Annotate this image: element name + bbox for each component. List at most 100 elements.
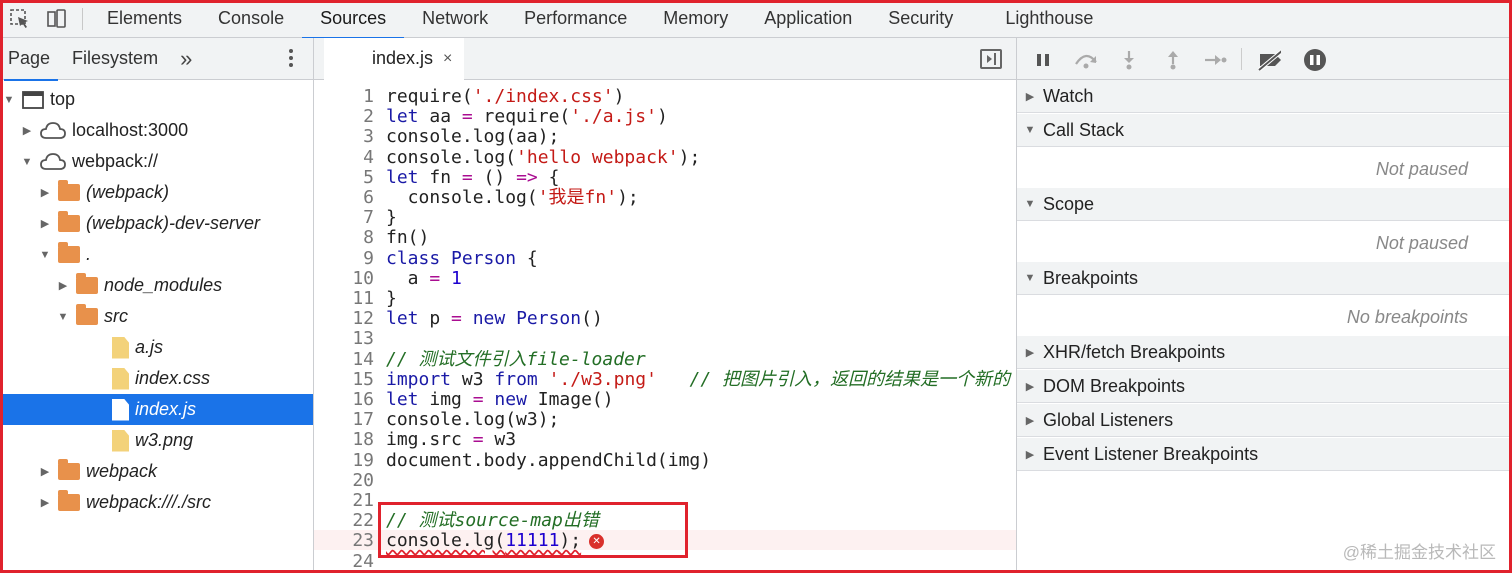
folder-icon [76, 304, 98, 325]
tab-sources[interactable]: Sources [302, 0, 405, 39]
navigator-tab-filesystem[interactable]: Filesystem [64, 38, 166, 80]
line-number[interactable]: 7 [314, 208, 374, 228]
expanded-arrow-icon[interactable]: ▼ [2, 94, 16, 106]
line-number[interactable]: 20 [314, 470, 374, 491]
file-icon [112, 398, 129, 421]
section-dom-breakpoints[interactable]: ▶ DOM Breakpoints [1017, 370, 1512, 403]
section-breakpoints[interactable]: ▼ Breakpoints [1017, 262, 1512, 295]
step-into-icon[interactable] [1117, 50, 1141, 70]
line-number[interactable]: 4 [314, 147, 374, 168]
tab-application[interactable]: Application [746, 0, 870, 38]
toggle-debugger-icon[interactable] [980, 49, 1002, 69]
tab-elements[interactable]: Elements [89, 0, 200, 38]
tree-node-row[interactable]: ▶ (webpack) [0, 177, 313, 208]
tab-network[interactable]: Network [404, 0, 506, 38]
editor-header: index.js × [314, 37, 1016, 80]
devtools-tabbar: Elements Console Sources Network Performance… [0, 0, 1512, 39]
line-number[interactable]: 19 [314, 450, 374, 471]
line-number[interactable]: 5 [314, 167, 374, 188]
tree-node-row[interactable]: ▶ localhost:3000 [0, 115, 313, 146]
step-over-icon[interactable] [1073, 50, 1097, 70]
section-scope[interactable]: ▼ Scope [1017, 188, 1512, 221]
line-number[interactable]: 13 [314, 329, 374, 349]
line-number[interactable]: 10 [314, 268, 374, 289]
tree-node-row[interactable]: ▼ top [0, 84, 313, 115]
tree-node-row[interactable]: ▶ node_modules [0, 270, 313, 301]
tree-file-row[interactable]: index.js [0, 394, 313, 425]
section-label: DOM Breakpoints [1043, 375, 1186, 396]
section-xhr-fetch-breakpoints[interactable]: ▶ XHR/fetch Breakpoints [1017, 336, 1512, 369]
inspect-element-icon[interactable] [2, 0, 38, 38]
collapsed-arrow-icon[interactable]: ▶ [38, 217, 52, 230]
expanded-arrow-icon[interactable]: ▼ [38, 249, 52, 261]
frame-icon [22, 90, 44, 109]
pause-on-exceptions-icon[interactable] [1303, 49, 1327, 71]
deactivate-breakpoints-icon[interactable] [1257, 49, 1281, 71]
navigator-tab-page[interactable]: Page [0, 38, 59, 81]
section-label: Scope [1043, 193, 1095, 214]
line-number[interactable]: 15 [314, 369, 374, 390]
line-number[interactable]: 22 [314, 511, 374, 531]
device-toolbar-icon[interactable] [38, 0, 74, 38]
section-watch[interactable]: ▶ Watch [1017, 80, 1512, 113]
collapsed-arrow-icon[interactable]: ▶ [20, 124, 34, 137]
tree-node-row[interactable]: ▶ webpack:///./src [0, 487, 313, 518]
tree-file-row[interactable]: index.css [0, 363, 313, 394]
line-number[interactable]: 21 [314, 491, 374, 511]
pause-icon[interactable] [1031, 50, 1055, 70]
expanded-arrow-icon: ▼ [1024, 124, 1036, 136]
tab-lighthouse[interactable]: Lighthouse [987, 0, 1111, 38]
section-global-listeners[interactable]: ▶ Global Listeners [1017, 404, 1512, 437]
tree-label: (webpack)-dev-server [86, 213, 261, 233]
line-number[interactable]: 16 [314, 390, 374, 410]
tree-file-row[interactable]: a.js [0, 332, 313, 363]
collapsed-arrow-icon[interactable]: ▶ [38, 465, 52, 478]
line-number[interactable]: 11 [314, 289, 374, 309]
annotation-highlight [378, 502, 688, 558]
line-number[interactable]: 17 [314, 410, 374, 430]
tree-label: node_modules [104, 275, 223, 295]
tree-label: webpack:///./src [86, 492, 212, 512]
tree-node-row[interactable]: ▼ src [0, 301, 313, 332]
tree-node-row[interactable]: ▶ (webpack)-dev-server [0, 208, 313, 239]
line-number[interactable]: 3 [314, 127, 374, 147]
close-tab-icon[interactable]: × [443, 50, 452, 68]
tree-file-row[interactable]: w3.png [0, 425, 313, 456]
kebab-menu-icon[interactable] [289, 49, 293, 70]
line-number[interactable]: 18 [314, 430, 374, 450]
navigator-pane: Page Filesystem » ▼ top ▶ localhost:3000 ▼ we… [0, 38, 314, 573]
empty-message: Not paused [1017, 148, 1512, 190]
line-number[interactable]: 8 [314, 228, 374, 248]
section-event-listener-breakpoints[interactable]: ▶ Event Listener Breakpoints [1017, 438, 1512, 471]
expanded-arrow-icon[interactable]: ▼ [56, 311, 70, 323]
collapsed-arrow-icon[interactable]: ▶ [38, 496, 52, 509]
tab-memory[interactable]: Memory [645, 0, 746, 38]
tree-node-row[interactable]: ▼. [0, 239, 313, 270]
debugger-pane: ▶ Watch ▼ Call Stack Not paused ▼ Scope Not pau… [1017, 38, 1512, 573]
line-number[interactable]: 6 [314, 188, 374, 208]
line-number[interactable]: 2 [314, 107, 374, 127]
line-number[interactable]: 14 [314, 349, 374, 370]
more-tabs-icon[interactable]: » [180, 46, 192, 72]
code-editor[interactable]: 1 require('./index.css') 2 let aa = require… [314, 81, 1016, 573]
folder-icon [58, 211, 80, 232]
tab-security[interactable]: Security [870, 0, 971, 38]
tab-console[interactable]: Console [200, 0, 302, 38]
code-line: console.log('hello webpack'); [386, 146, 701, 168]
line-number[interactable]: 12 [314, 309, 374, 329]
expanded-arrow-icon[interactable]: ▼ [20, 156, 34, 168]
editor-file-tab[interactable]: index.js × [324, 37, 465, 80]
line-number[interactable]: 1 [314, 87, 374, 107]
empty-message: No breakpoints [1017, 296, 1512, 338]
tree-node-row[interactable]: ▶ webpack [0, 456, 313, 487]
section-call-stack[interactable]: ▼ Call Stack [1017, 114, 1512, 147]
collapsed-arrow-icon[interactable]: ▶ [56, 279, 70, 292]
tab-performance[interactable]: Performance [506, 0, 645, 38]
line-number[interactable]: 9 [314, 248, 374, 269]
step-icon[interactable] [1203, 50, 1227, 70]
collapsed-arrow-icon[interactable]: ▶ [38, 186, 52, 199]
line-number[interactable]: 23 [314, 531, 374, 551]
step-out-icon[interactable] [1161, 50, 1185, 70]
line-number[interactable]: 24 [314, 551, 374, 572]
tree-node-row[interactable]: ▼ webpack:// [0, 146, 313, 177]
